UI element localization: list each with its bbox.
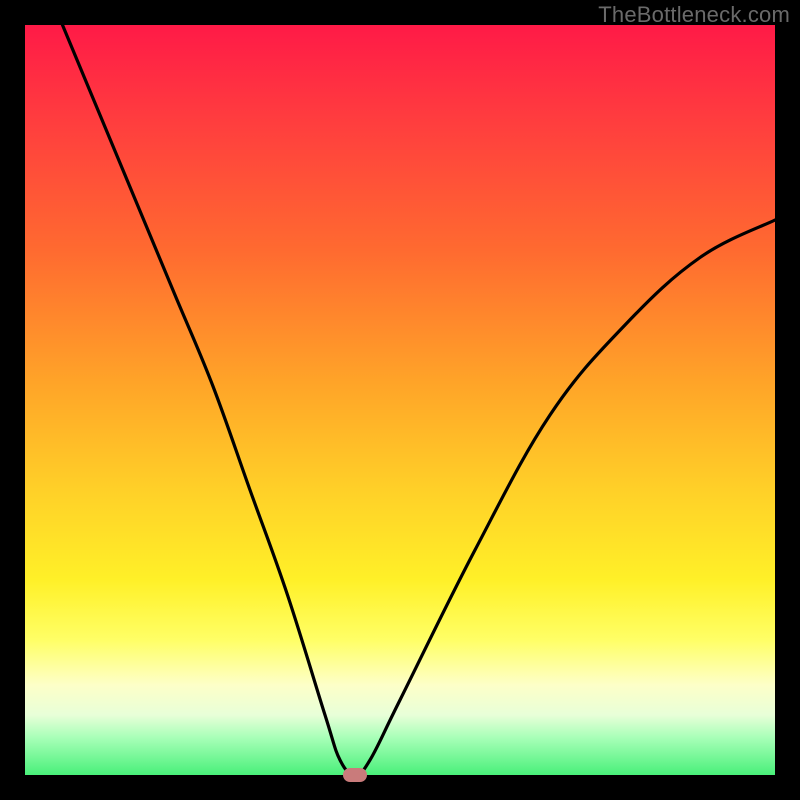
chart-frame: TheBottleneck.com (0, 0, 800, 800)
plot-area (25, 25, 775, 775)
bottleneck-curve (25, 25, 775, 775)
optimum-marker (343, 768, 367, 782)
